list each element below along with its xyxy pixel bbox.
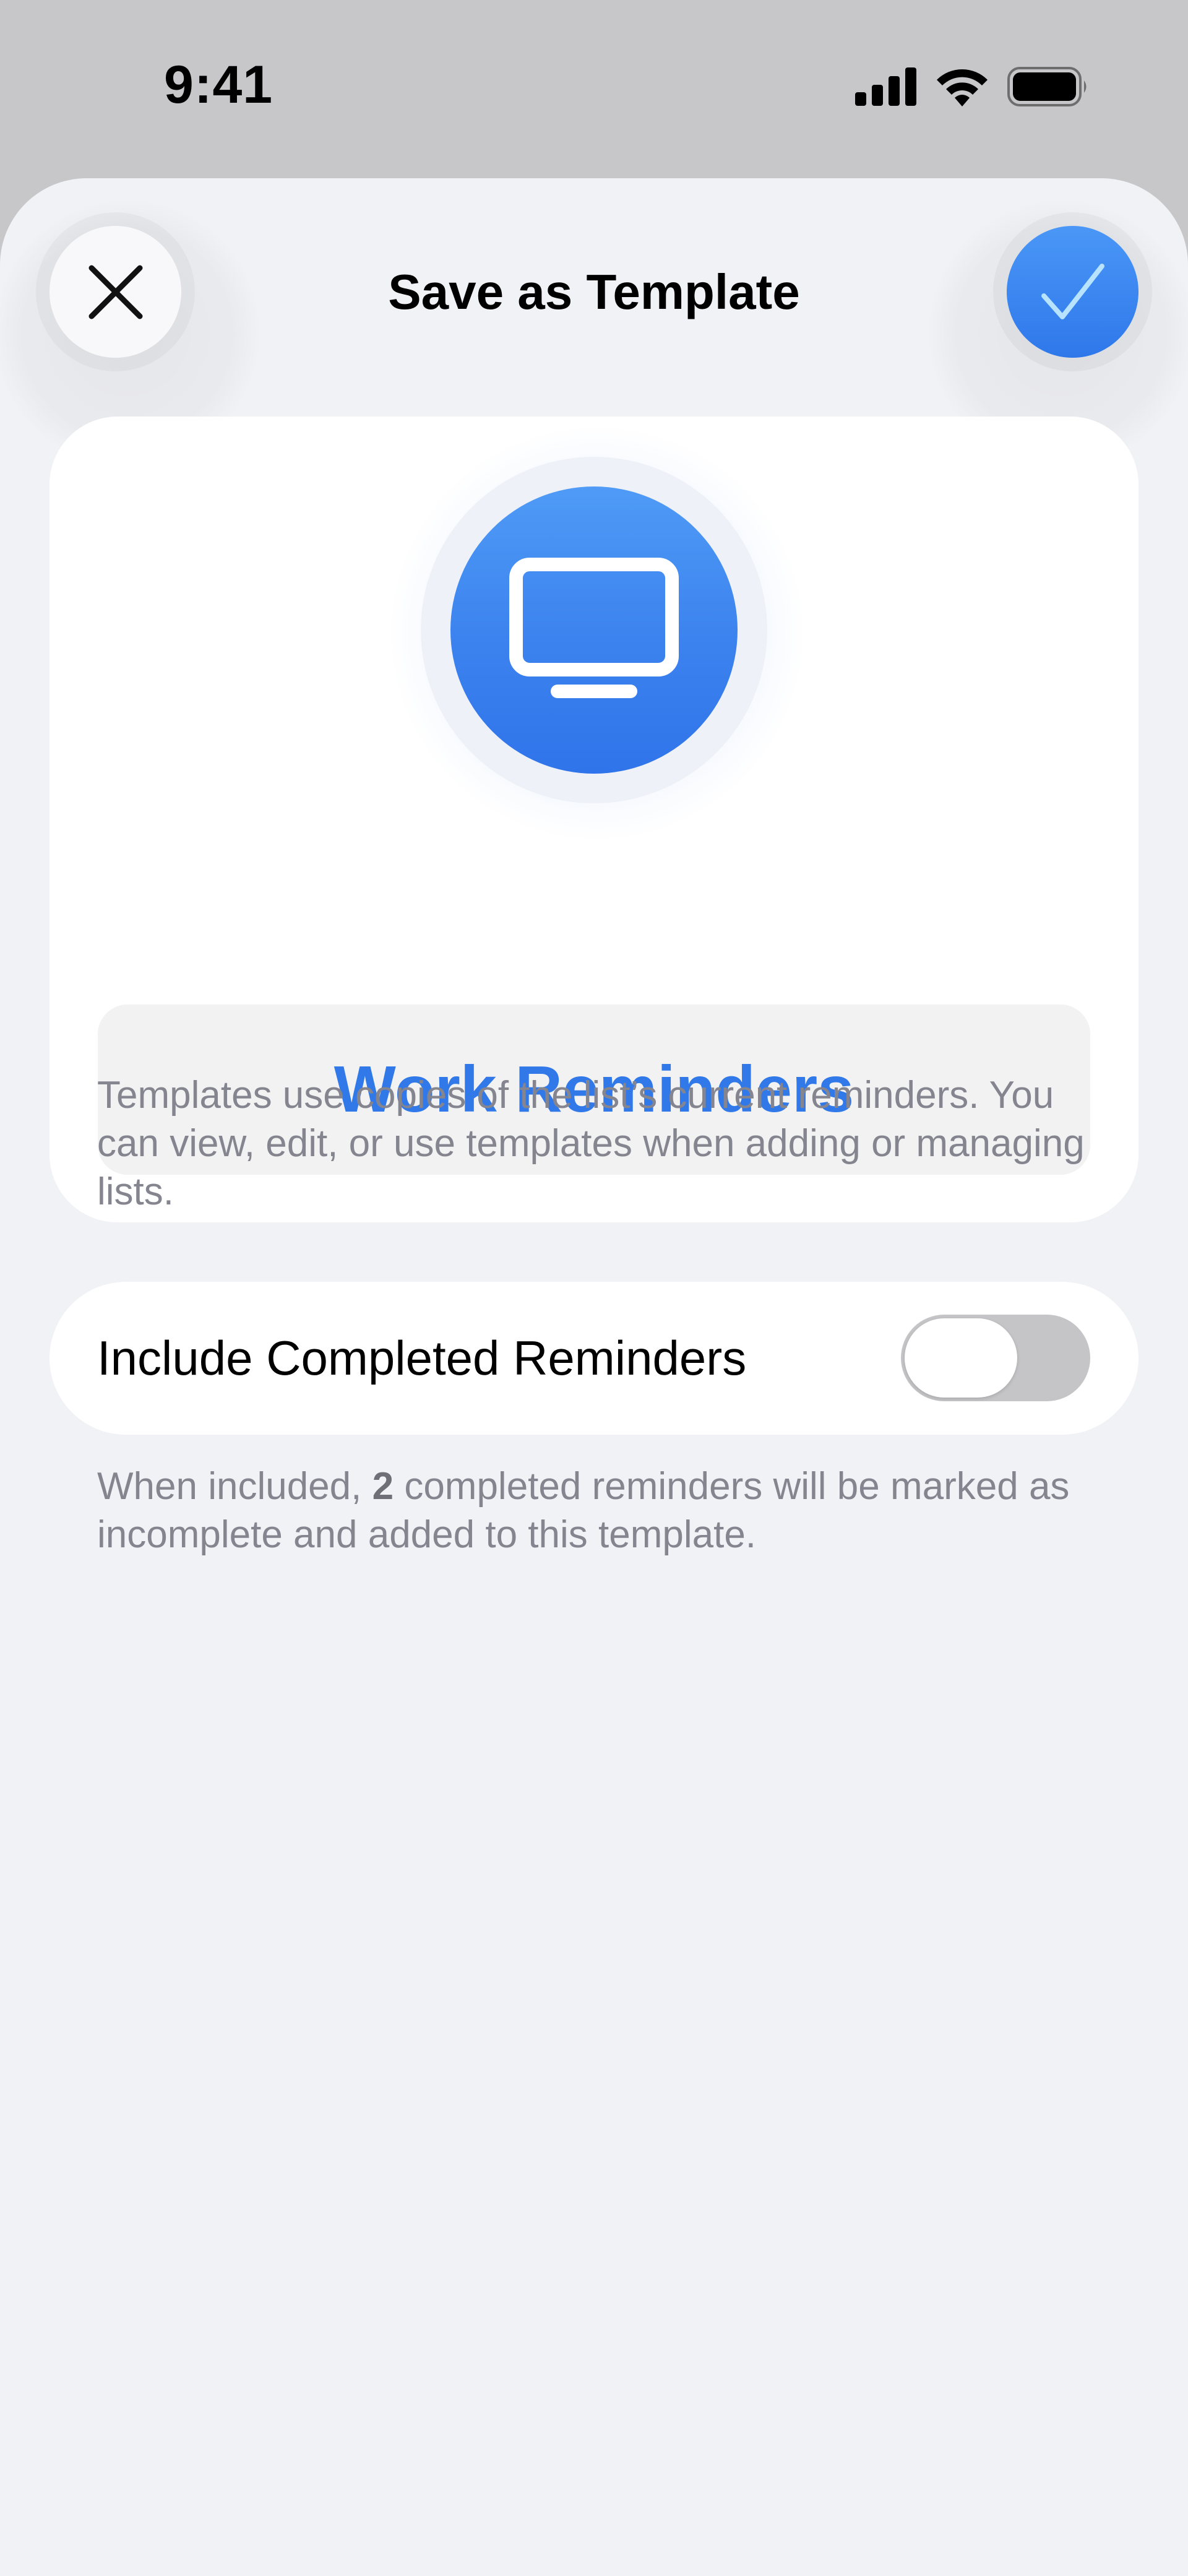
list-icon-badge[interactable] bbox=[450, 486, 738, 774]
cellular-signal-icon bbox=[855, 67, 916, 106]
save-template-sheet: Save as Template Work Reminders Template… bbox=[0, 178, 1188, 2576]
include-completed-toggle[interactable] bbox=[901, 1315, 1090, 1401]
confirm-button[interactable] bbox=[1007, 226, 1138, 358]
completed-note: When included, 2 completed reminders wil… bbox=[97, 1465, 1070, 1556]
toggle-knob bbox=[905, 1318, 1017, 1398]
include-completed-row: Include Completed Reminders bbox=[50, 1282, 1138, 1435]
status-bar: 9:41 bbox=[0, 0, 1188, 179]
include-completed-label: Include Completed Reminders bbox=[97, 1331, 747, 1385]
status-icons bbox=[855, 67, 1089, 106]
template-description: Templates use copies of the list’s curre… bbox=[97, 1074, 1085, 1213]
desktop-computer-icon bbox=[509, 558, 679, 698]
status-time: 9:41 bbox=[164, 55, 273, 115]
checkmark-icon bbox=[1041, 263, 1104, 319]
wifi-icon bbox=[937, 69, 988, 106]
battery-icon bbox=[1007, 67, 1087, 106]
sheet-header: Save as Template bbox=[0, 178, 1188, 469]
completed-count: 2 bbox=[372, 1465, 394, 1508]
